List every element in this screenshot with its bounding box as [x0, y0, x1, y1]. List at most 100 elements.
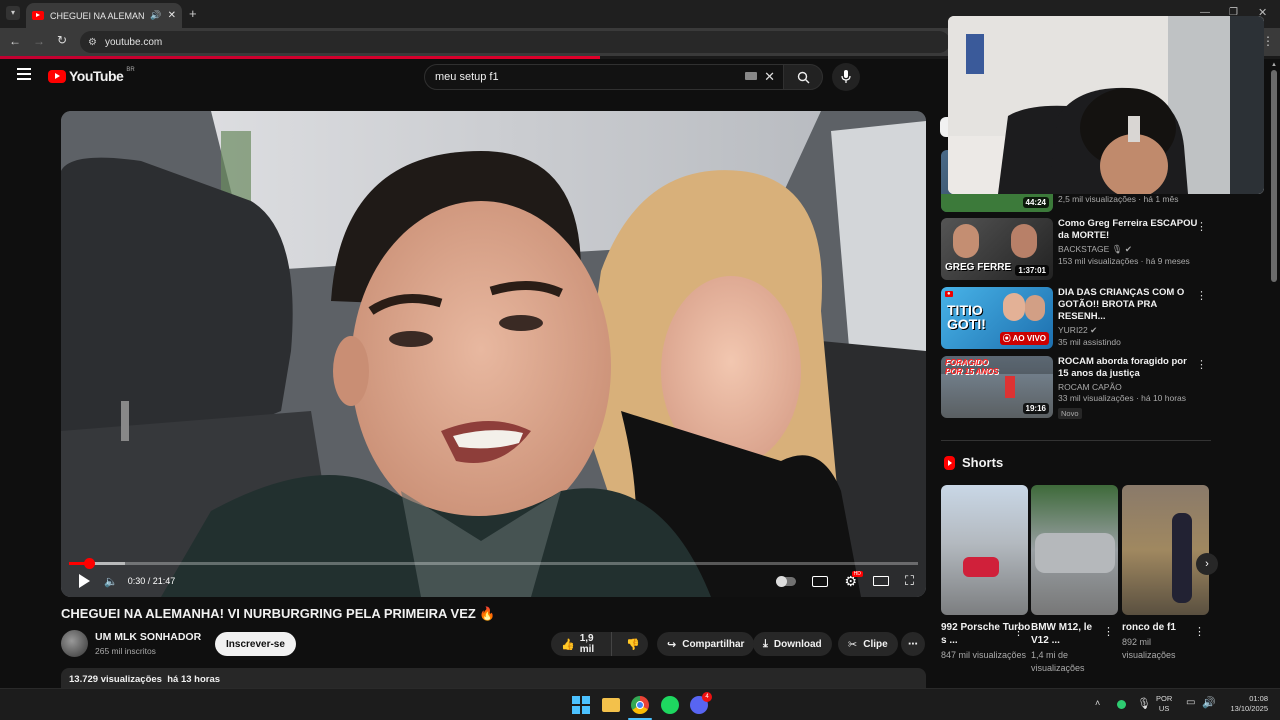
more-vertical-icon[interactable]: ⋮: [1194, 625, 1205, 638]
share-button[interactable]: ↪ Compartilhar: [657, 632, 755, 656]
omnibox[interactable]: ⚙ youtube.com: [80, 31, 950, 53]
video-meta: 2,5 mil visualizações · há 1 mês: [1058, 194, 1179, 204]
search-input[interactable]: meu setup f1 ✕: [424, 64, 784, 90]
reload-icon[interactable]: ↻: [57, 33, 67, 47]
new-tab-button[interactable]: +: [189, 6, 197, 21]
video-thumbnail: FORAGIDO POR 15 ANOS 19:16: [941, 356, 1053, 418]
keyboard-icon[interactable]: [745, 72, 757, 80]
channel-name[interactable]: UM MLK SONHADOR: [95, 631, 201, 643]
forward-arrow-icon[interactable]: →: [33, 34, 45, 48]
more-vertical-icon[interactable]: ⋮: [1196, 220, 1207, 233]
autoplay-toggle[interactable]: [776, 575, 797, 587]
spotify-icon[interactable]: [661, 696, 679, 714]
play-icon[interactable]: [79, 574, 90, 588]
hamburger-menu-icon[interactable]: [17, 68, 31, 80]
speaker-icon: 🔊: [150, 10, 162, 20]
like-dislike-group: 👍 1,9 mil 👎: [551, 632, 648, 656]
video-channel: YURI22 ✔: [1058, 325, 1098, 335]
new-badge: Novo: [1058, 408, 1082, 419]
url-text: youtube.com: [104, 36, 163, 48]
youtube-play-logo-icon: [48, 69, 66, 83]
video-duration: 19:16: [1022, 403, 1049, 414]
thumbnail-text: FORAGIDO POR 15 ANOS: [945, 358, 999, 376]
search-query: meu setup f1: [435, 71, 499, 83]
clear-search-icon[interactable]: ✕: [764, 69, 775, 85]
tab-title: CHEGUEI NA ALEMANHA!: [50, 10, 145, 21]
volume-icon[interactable]: 🔈: [104, 575, 118, 588]
time-display: 0:30 / 21:47: [127, 576, 176, 586]
fullscreen-icon[interactable]: ⛶: [905, 573, 914, 589]
video-meta: 33 mil visualizações · há 10 horas: [1058, 393, 1187, 403]
page-scrollbar[interactable]: ▲: [1270, 62, 1278, 688]
microphone-tray-icon[interactable]: 🎙: [1137, 697, 1151, 710]
search-button[interactable]: [783, 64, 823, 90]
recommendation-item[interactable]: ● TITIO GOTI! ⦿ AO VIVO DIA DAS CRIANÇAS…: [941, 287, 1211, 349]
thumbnail-text: TITIO GOTI!: [947, 302, 986, 332]
search-icon: [797, 71, 809, 83]
speaker-tray-icon[interactable]: 🔊: [1202, 696, 1216, 709]
recommendation-item[interactable]: GREG FERRE 1:37:01 Como Greg Ferreira ES…: [941, 218, 1211, 280]
tray-overflow-icon[interactable]: ˄: [1095, 698, 1100, 708]
keyboard-region: US: [1158, 704, 1170, 713]
scrollbar-thumb[interactable]: [1271, 70, 1277, 282]
webcam-feed: [948, 16, 1264, 194]
video-title: CHEGUEI NA ALEMANHA! VI NURBURGRING PELA…: [61, 606, 496, 621]
discord-notification-badge: 4: [702, 692, 712, 702]
chrome-icon[interactable]: [631, 696, 649, 714]
like-button[interactable]: 👍 1,9 mil: [551, 632, 613, 656]
theater-mode-icon[interactable]: [872, 576, 889, 586]
language-indicator[interactable]: POR US: [1156, 694, 1172, 714]
video-player[interactable]: 🔈 0:30 / 21:47 ⚙ HD ⛶: [61, 111, 926, 597]
download-button[interactable]: ⤓ Download: [753, 632, 832, 656]
video-duration: 1:37:01: [1015, 265, 1049, 276]
share-label: Compartilhar: [682, 638, 745, 650]
short-thumbnail[interactable]: [1031, 485, 1118, 615]
back-arrow-icon[interactable]: ←: [9, 34, 21, 48]
language-code: POR: [1156, 694, 1173, 703]
more-vertical-icon[interactable]: ⋮: [1196, 358, 1207, 371]
shorts-logo-icon: [944, 455, 955, 470]
recommendation-item[interactable]: FORAGIDO POR 15 ANOS 19:16 ROCAM aborda …: [941, 356, 1211, 419]
discord-icon[interactable]: 4: [690, 692, 712, 714]
short-info[interactable]: ronco de f1 892 mil visualizações: [1122, 621, 1192, 662]
windows-start-icon[interactable]: [572, 696, 590, 714]
short-thumbnail[interactable]: [1122, 485, 1209, 615]
shorts-next-button[interactable]: ›: [1196, 553, 1218, 575]
shorts-header: Shorts: [944, 455, 1003, 470]
video-title: DIA DAS CRIANÇAS COM O GOTÃO!! BROTA PRA…: [1058, 287, 1185, 322]
short-thumbnail[interactable]: [941, 485, 1028, 615]
voice-search-button[interactable]: [832, 63, 860, 91]
player-controls: 🔈 0:30 / 21:47 ⚙ HD ⛶: [61, 565, 926, 597]
subscriber-count: 265 mil inscritos: [95, 646, 156, 656]
settings-gear-icon[interactable]: ⚙ HD: [844, 570, 863, 590]
tab-search-button[interactable]: ▾: [6, 6, 20, 20]
clock[interactable]: 01:08 13/10/2025: [1224, 694, 1268, 714]
short-info[interactable]: BMW M12, le V12 ... 1,4 mi de visualizaç…: [1031, 621, 1101, 675]
subscribe-button[interactable]: Inscrever-se: [215, 632, 296, 656]
video-meta: 35 mil assistindo: [1058, 337, 1121, 347]
file-explorer-icon[interactable]: [602, 698, 620, 712]
more-vertical-icon[interactable]: ⋮: [1013, 625, 1024, 638]
subtitles-icon[interactable]: [812, 575, 829, 587]
like-count: 1,9 mil: [579, 633, 595, 655]
dislike-button[interactable]: 👎: [618, 638, 648, 651]
channel-avatar[interactable]: [61, 630, 88, 657]
more-actions-button[interactable]: ⋯: [901, 632, 925, 656]
youtube-favicon-icon: [32, 11, 44, 20]
more-vertical-icon[interactable]: ⋮: [1103, 625, 1114, 638]
tab-close-icon[interactable]: ✕: [168, 10, 176, 21]
clock-date: 13/10/2025: [1230, 704, 1268, 713]
short-views: 892 mil visualizações: [1122, 637, 1176, 660]
webcam-overlay: [948, 16, 1264, 194]
live-label: AO VIVO: [1012, 334, 1046, 343]
browser-tab[interactable]: CHEGUEI NA ALEMANHA! 🔊 ✕: [26, 3, 182, 28]
site-info-icon[interactable]: ⚙: [88, 37, 97, 48]
more-vertical-icon[interactable]: ⋮: [1196, 289, 1207, 302]
thumbs-up-icon: 👍: [561, 638, 575, 651]
youtube-logo[interactable]: YouTube BR: [48, 67, 135, 84]
status-dot-icon[interactable]: [1117, 700, 1126, 709]
clip-button[interactable]: ✂ Clipe: [838, 632, 898, 656]
short-title: ronco de f1: [1122, 622, 1176, 633]
region-code: BR: [126, 67, 135, 73]
network-icon[interactable]: ▭: [1186, 697, 1195, 708]
